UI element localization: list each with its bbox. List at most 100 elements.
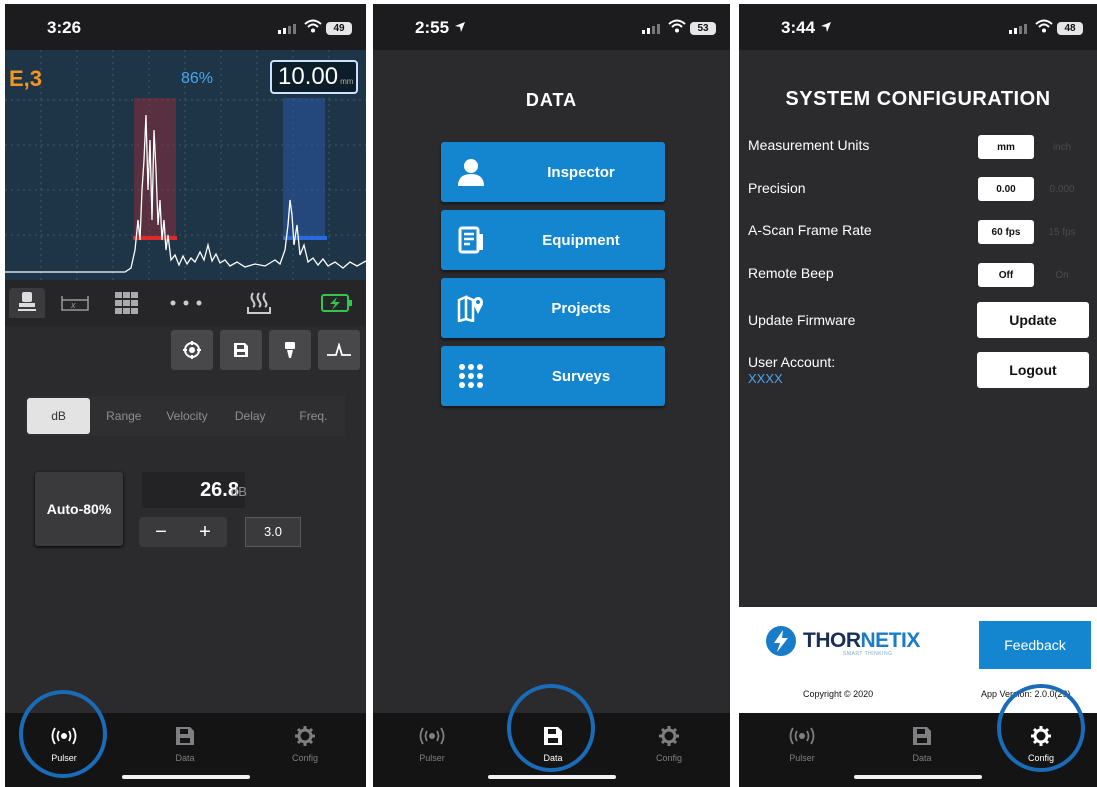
tab-pulser-label: Pulser bbox=[419, 753, 445, 763]
person-icon bbox=[455, 156, 487, 188]
highlight-circle bbox=[19, 690, 107, 778]
mode-toolbar: x bbox=[5, 280, 366, 326]
units-mm-option[interactable]: mm bbox=[978, 135, 1034, 159]
brand-tagline: SMART THINKING bbox=[843, 651, 893, 657]
status-bar: 3:26 49 bbox=[5, 4, 366, 50]
thickness-value: 10.00 bbox=[278, 63, 339, 90]
projects-button[interactable]: Projects bbox=[441, 278, 665, 338]
transducer-icon[interactable] bbox=[9, 288, 45, 318]
page-title: DATA bbox=[525, 90, 578, 110]
caliper-icon[interactable]: x bbox=[57, 288, 93, 318]
precision-2dp-option[interactable]: 0.00 bbox=[978, 177, 1034, 201]
update-firmware-label: Update Firmware bbox=[748, 312, 856, 328]
feedback-button[interactable]: Feedback bbox=[979, 621, 1091, 669]
tab-pulser[interactable]: Pulser bbox=[762, 723, 842, 763]
data-screen: 2:55 53 DATA Inspector Equipment Project… bbox=[373, 4, 730, 787]
precision-label: Precision bbox=[748, 180, 806, 196]
projects-label: Projects bbox=[551, 299, 611, 317]
tab-pulser[interactable]: Pulser bbox=[392, 723, 472, 763]
wifi-icon bbox=[1035, 19, 1053, 38]
map-pin-icon bbox=[455, 292, 487, 324]
frame-rate-label: A-Scan Frame Rate bbox=[748, 222, 872, 238]
a-scan-display[interactable]: E,3 86% 10.00 mm bbox=[5, 50, 366, 280]
beep-off-option[interactable]: Off bbox=[978, 263, 1034, 287]
data-icon bbox=[145, 723, 225, 749]
save-button[interactable] bbox=[220, 330, 262, 370]
tab-config[interactable]: Config bbox=[265, 723, 345, 763]
fps-15-option[interactable]: 15 fps bbox=[1034, 220, 1090, 244]
cellular-signal-icon bbox=[642, 24, 660, 34]
precision-3dp-option[interactable]: 0.000 bbox=[1034, 177, 1090, 201]
status-time: 3:26 bbox=[47, 18, 82, 37]
surveys-button[interactable]: Surveys bbox=[441, 346, 665, 406]
status-bar: 3:44 48 bbox=[739, 4, 1097, 50]
tab-config-label: Config bbox=[291, 753, 318, 763]
equipment-list-icon bbox=[455, 224, 487, 256]
highlight-circle bbox=[997, 684, 1085, 772]
step-size-field[interactable]: 3.0 bbox=[245, 517, 301, 547]
tab-db[interactable]: dB bbox=[27, 398, 91, 434]
beep-on-option[interactable]: On bbox=[1034, 263, 1090, 287]
highlight-circle bbox=[507, 684, 595, 772]
home-indicator bbox=[487, 775, 616, 779]
thickness-unit: mm bbox=[340, 77, 354, 86]
tab-data[interactable]: Data bbox=[882, 723, 962, 763]
units-inch-option[interactable]: inch bbox=[1034, 135, 1090, 159]
gain-percent: 86% bbox=[181, 70, 214, 87]
tab-data[interactable]: Data bbox=[145, 723, 225, 763]
status-bar: 2:55 53 bbox=[373, 4, 730, 50]
tab-range[interactable]: Range bbox=[92, 396, 155, 436]
gate-b-region bbox=[283, 98, 325, 238]
remote-beep-label: Remote Beep bbox=[748, 265, 834, 281]
remote-beep-toggle: Off On bbox=[977, 262, 1091, 288]
cellular-signal-icon bbox=[1009, 24, 1027, 34]
couplant-icon[interactable] bbox=[241, 288, 277, 318]
logout-button[interactable]: Logout bbox=[977, 352, 1089, 388]
equipment-button[interactable]: Equipment bbox=[441, 210, 665, 270]
waveform-button[interactable] bbox=[318, 330, 360, 370]
decrement-button[interactable]: − bbox=[139, 517, 183, 547]
parameter-tabs: dB Range Velocity Delay Freq. bbox=[25, 396, 345, 436]
measurement-units-label: Measurement Units bbox=[748, 137, 870, 153]
location-arrow-icon bbox=[454, 22, 465, 32]
equipment-label: Equipment bbox=[542, 231, 620, 249]
more-dots-icon[interactable] bbox=[168, 288, 204, 318]
fps-60-option[interactable]: 60 fps bbox=[978, 220, 1034, 244]
inspector-label: Inspector bbox=[547, 163, 615, 181]
page-title: SYSTEM CONFIGURATION bbox=[785, 88, 1051, 110]
status-time: 2:55 bbox=[415, 18, 466, 38]
user-account-label: User Account: bbox=[748, 354, 836, 370]
gain-unit: dB bbox=[231, 484, 247, 499]
tab-velocity[interactable]: Velocity bbox=[155, 396, 218, 436]
measurement-units-toggle: mm inch bbox=[977, 134, 1091, 160]
probe-icon bbox=[285, 342, 295, 358]
frame-rate-toggle: 60 fps 15 fps bbox=[977, 219, 1091, 245]
gear-icon bbox=[265, 723, 345, 749]
gain-value-field[interactable]: 26.8 bbox=[142, 472, 245, 508]
thickness-readout: 10.00 mm bbox=[270, 60, 358, 94]
increment-button[interactable]: + bbox=[183, 517, 227, 547]
pulser-screen: 3:26 49 E,3 86% 10.00 mm x dB Range Velo… bbox=[5, 4, 366, 787]
tab-freq[interactable]: Freq. bbox=[282, 396, 345, 436]
copyright: Copyright © 2020 bbox=[803, 689, 874, 699]
brand-part2: NETIX bbox=[860, 629, 921, 652]
battery-indicator: 48 bbox=[1057, 22, 1083, 35]
update-button[interactable]: Update bbox=[977, 302, 1089, 338]
target-button[interactable] bbox=[171, 330, 213, 370]
wifi-icon bbox=[304, 19, 322, 38]
inspector-button[interactable]: Inspector bbox=[441, 142, 665, 202]
target-icon bbox=[183, 341, 201, 359]
grid-icon[interactable] bbox=[109, 288, 145, 318]
probe-button[interactable] bbox=[269, 330, 311, 370]
surveys-label: Surveys bbox=[551, 367, 611, 385]
home-indicator bbox=[854, 775, 982, 779]
auto-gain-button[interactable]: Auto-80% bbox=[35, 472, 123, 546]
save-icon bbox=[234, 343, 248, 357]
cellular-signal-icon bbox=[278, 24, 296, 34]
home-indicator bbox=[121, 775, 250, 779]
tab-config-label: Config bbox=[655, 753, 682, 763]
tab-config[interactable]: Config bbox=[629, 723, 709, 763]
gate-mode-label: E,3 bbox=[9, 66, 43, 91]
tab-delay[interactable]: Delay bbox=[219, 396, 282, 436]
battery-indicator: 49 bbox=[326, 22, 352, 35]
